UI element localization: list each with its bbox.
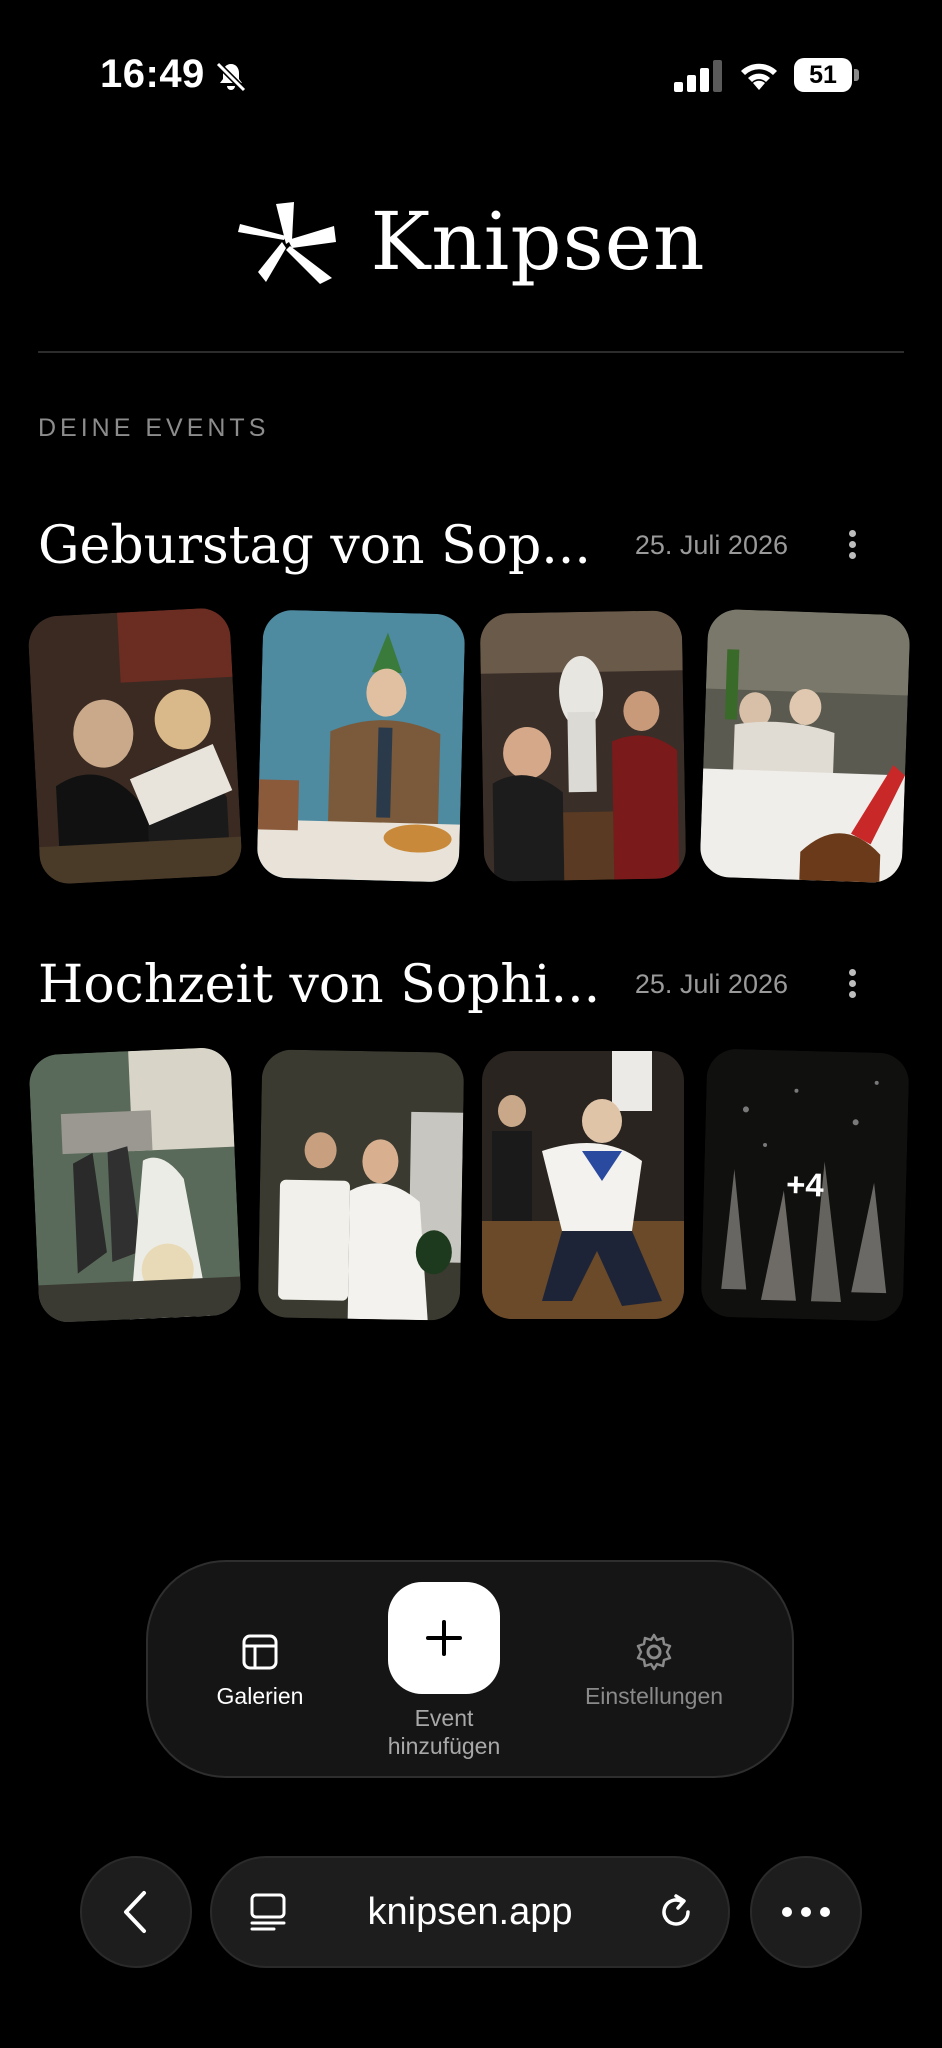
bell-muted-icon: [215, 61, 247, 93]
event-photo[interactable]: [699, 608, 911, 884]
chevron-left-icon: [124, 1891, 146, 1933]
browser-back-button[interactable]: [80, 1856, 192, 1968]
app-logo: Knipsen: [0, 195, 942, 305]
add-event-label: Event hinzufügen: [344, 1704, 544, 1760]
address-bar[interactable]: knipsen.app: [210, 1856, 730, 1968]
event-date: 25. Juli 2026: [634, 530, 788, 560]
reload-icon[interactable]: [654, 1890, 698, 1934]
event-photo[interactable]: [479, 610, 687, 882]
spark-logo-icon: [238, 201, 337, 284]
event-title[interactable]: Geburstag von Sop...: [38, 516, 591, 576]
add-event-label-line1: Event: [414, 1705, 474, 1731]
battery-indicator: 51: [794, 58, 860, 92]
battery-percent: 51: [809, 61, 837, 89]
section-label: DEINE EVENTS: [38, 414, 270, 442]
cellular-signal-icon: [674, 60, 722, 92]
header-divider: [38, 351, 904, 353]
event-title[interactable]: Hochzeit von Sophi...: [38, 955, 600, 1015]
plus-icon: [426, 1620, 462, 1656]
tab-einstellungen-label: Einstellungen: [584, 1683, 724, 1709]
event-card[interactable]: Hochzeit von Sophi... 25. Juli 2026 +4: [28, 955, 910, 1335]
add-event-button[interactable]: [388, 1582, 500, 1694]
tab-einstellungen[interactable]: Einstellungen: [554, 1632, 754, 1710]
url-text[interactable]: knipsen.app: [212, 1858, 728, 1966]
event-photo[interactable]: [256, 609, 466, 883]
event-photo[interactable]: +4: [700, 1048, 910, 1322]
event-card[interactable]: Geburstag von Sop... 25. Juli 2026: [27, 516, 911, 896]
browser-more-button[interactable]: [750, 1856, 862, 1968]
brand-name: Knipsen: [370, 195, 706, 288]
more-photos-count[interactable]: +4: [700, 1048, 910, 1322]
bottom-tab-bar: Galerien Event hinzufügen Einstellungen: [146, 1560, 794, 1778]
tab-galerien[interactable]: Galerien: [160, 1632, 360, 1710]
status-bar: 16:49 51: [0, 0, 942, 150]
gear-icon: [636, 1633, 672, 1671]
tab-galerien-label: Galerien: [216, 1683, 304, 1709]
gallery-layout-icon: [242, 1634, 278, 1670]
wifi-icon: [741, 63, 777, 90]
event-photo[interactable]: [27, 606, 243, 886]
more-vertical-icon[interactable]: [842, 526, 862, 566]
event-photo[interactable]: [482, 1051, 684, 1319]
add-event-label-line2: hinzufügen: [387, 1733, 501, 1759]
more-vertical-icon[interactable]: [842, 965, 862, 1005]
event-date: 25. Juli 2026: [634, 969, 788, 999]
event-photo[interactable]: [257, 1049, 465, 1321]
more-horizontal-icon: [782, 1907, 830, 1917]
event-photo[interactable]: [28, 1046, 242, 1324]
status-time: 16:49: [100, 52, 205, 96]
